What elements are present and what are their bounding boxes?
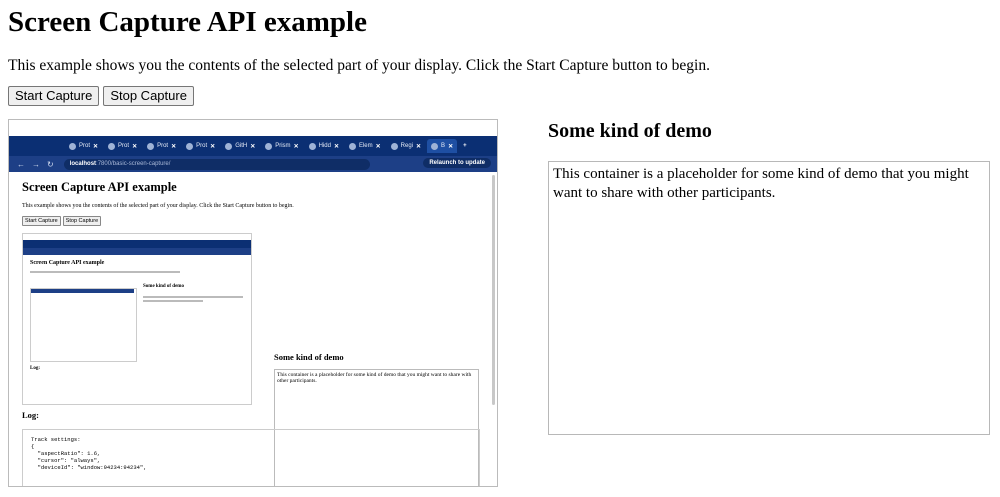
- forward-icon: →: [32, 159, 40, 169]
- demo-heading: Some kind of demo: [548, 120, 712, 142]
- nested-log-heading: Log:: [30, 366, 40, 371]
- close-icon: ✕: [250, 143, 256, 150]
- captured-tab: GitH ✕: [221, 139, 259, 153]
- capture-controls: Start Capture Stop Capture: [8, 86, 194, 106]
- captured-address-bar: ← → ↻ localhost:7800/basic-screen-captur…: [9, 156, 497, 172]
- captured-nav-icons: ← → ↻: [17, 160, 54, 169]
- captured-log: Track settings: { "aspectRatio": 1.6, "c…: [22, 429, 480, 486]
- captured-tab: Prot ✕: [104, 139, 141, 153]
- globe-icon: [431, 142, 439, 150]
- captured-relaunch-button: Relaunch to update: [423, 158, 491, 168]
- captured-tab-label: Prot: [118, 143, 130, 149]
- close-icon: ✕: [375, 143, 381, 150]
- stop-capture-button[interactable]: Stop Capture: [103, 86, 194, 106]
- captured-tab-active: B ✕: [427, 139, 458, 153]
- captured-demo-heading: Some kind of demo: [274, 352, 344, 362]
- nested-inner-video: [30, 288, 137, 362]
- github-icon: [225, 142, 233, 150]
- captured-url: localhost:7800/basic-screen-capture/: [63, 158, 370, 170]
- close-icon: ✕: [171, 143, 177, 150]
- captured-page: Screen Capture API example This example …: [9, 172, 497, 486]
- captured-nested-video: Screen Capture API example Some kind of …: [22, 233, 252, 405]
- globe-icon: [308, 142, 316, 150]
- nested-tab-strip: [23, 240, 251, 248]
- close-icon: ✕: [416, 143, 422, 150]
- captured-tab: Prot ✕: [65, 139, 102, 153]
- captured-tab-label: Prot: [196, 143, 208, 149]
- captured-url-path: :7800/basic-screen-capture/: [96, 161, 171, 167]
- nested-title: Screen Capture API example: [30, 260, 105, 266]
- reload-icon: ↻: [47, 159, 54, 169]
- new-tab-icon: +: [463, 143, 467, 149]
- globe-icon: [186, 142, 194, 150]
- capture-video: Prot ✕ Prot ✕ Prot ✕ Prot ✕ GitH ✕ Prism ✕ Hid…: [8, 119, 498, 487]
- captured-log-heading: Log:: [22, 410, 39, 420]
- nested-demo-heading: Some kind of demo: [143, 284, 184, 289]
- close-icon: ✕: [333, 143, 339, 150]
- captured-tab-label: Elem: [358, 143, 373, 149]
- captured-tab-label: Prism: [275, 143, 291, 149]
- captured-tab: Prot ✕: [182, 139, 219, 153]
- captured-tab-label: B: [441, 143, 446, 149]
- close-icon: ✕: [132, 143, 138, 150]
- globe-icon: [108, 142, 116, 150]
- captured-tab: Regi ✕: [387, 139, 425, 153]
- globe-icon: [147, 142, 155, 150]
- captured-stop-button: Stop Capture: [62, 216, 102, 226]
- back-icon: ←: [17, 159, 25, 169]
- globe-icon: [348, 142, 356, 150]
- page-title: Screen Capture API example: [8, 6, 367, 38]
- close-icon: ✕: [210, 143, 216, 150]
- close-icon: ✕: [93, 143, 99, 150]
- close-icon: ✕: [293, 143, 299, 150]
- demo-container: This container is a placeholder for some…: [548, 161, 990, 435]
- nested-intro-line: [30, 271, 180, 273]
- captured-tab-label: Prot: [79, 143, 91, 149]
- captured-tab-strip: Prot ✕ Prot ✕ Prot ✕ Prot ✕ GitH ✕ Prism ✕ Hid…: [9, 136, 497, 156]
- globe-icon: [390, 142, 398, 150]
- captured-tab: Hidd ✕: [305, 139, 343, 153]
- captured-tab: Elem ✕: [345, 139, 385, 153]
- captured-tab: Prism ✕: [261, 139, 302, 153]
- globe-icon: [265, 142, 273, 150]
- captured-demo-text: This container is a placeholder for some…: [277, 372, 472, 384]
- demo-text: This container is a placeholder for some…: [553, 166, 969, 201]
- intro-text: This example shows you the contents of t…: [8, 57, 710, 74]
- captured-scrollbar: [492, 175, 495, 405]
- captured-page-title: Screen Capture API example: [22, 180, 177, 194]
- captured-controls: Start Capture Stop Capture: [22, 216, 102, 226]
- nested-demo-line: [143, 300, 203, 302]
- captured-start-button: Start Capture: [22, 216, 61, 226]
- captured-tab-label: GitH: [235, 143, 248, 149]
- captured-url-host: localhost: [69, 161, 97, 167]
- captured-tab-label: Regi: [400, 143, 414, 149]
- close-icon: ✕: [448, 143, 454, 150]
- captured-tab-label: Prot: [157, 143, 169, 149]
- nested-address-bar: [23, 248, 251, 255]
- start-capture-button[interactable]: Start Capture: [8, 86, 100, 106]
- captured-intro: This example shows you the contents of t…: [22, 203, 294, 209]
- nested-demo-line: [143, 296, 243, 298]
- captured-tab: Prot ✕: [143, 139, 180, 153]
- nested-inner-bar: [31, 289, 134, 293]
- captured-tab-label: Hidd: [318, 143, 331, 149]
- globe-icon: [69, 142, 76, 150]
